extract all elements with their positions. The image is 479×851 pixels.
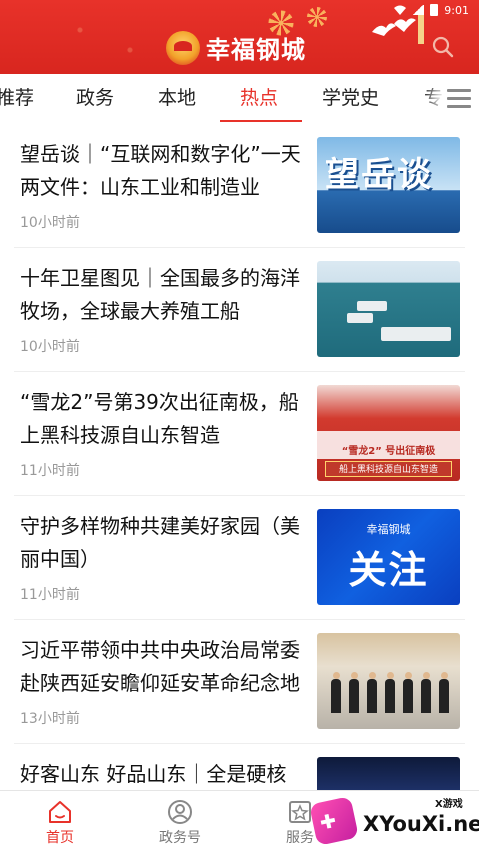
nav-home[interactable]: 首页: [20, 791, 100, 851]
boat-shape: [347, 313, 373, 323]
home-icon: [49, 801, 71, 823]
news-item[interactable]: 好客山东 好品山东｜全是硬核: [14, 744, 465, 790]
news-item[interactable]: 十年卫星图见｜全国最多的海洋牧场，全球最大养殖工船 10小时前: [14, 248, 465, 372]
status-bar: 9:01: [394, 2, 469, 18]
person-shape: [403, 672, 413, 713]
thumbnail-text: 关注: [348, 548, 429, 592]
news-thumbnail: [317, 261, 460, 357]
watermark-small-text: X游戏: [435, 799, 463, 810]
news-thumbnail: [317, 757, 460, 790]
news-thumbnail: “雪龙2” 号出征南极 船上黑科技源自山东智造: [317, 385, 460, 481]
status-time: 9:01: [444, 3, 469, 17]
battery-icon: [430, 4, 439, 16]
wifi-icon: [394, 5, 407, 15]
thumbnail-caption: 船上黑科技源自山东智造: [325, 461, 452, 477]
news-title: 习近平带领中共中央政治局常委赴陕西延安瞻仰延安革命纪念地: [20, 638, 300, 695]
signal-icon: [412, 5, 425, 15]
app-root: 9:01 幸福钢城 推荐 政务 本地 热点 学党史 专 望岳谈｜“互联网和数字化…: [0, 0, 479, 851]
boat-shape: [357, 301, 387, 311]
news-thumbnail: [317, 633, 460, 729]
news-item[interactable]: 望岳谈｜“互联网和数字化”一天两文件：山东工业和制造业 10小时前 望岳谈: [14, 124, 465, 248]
tab-hot[interactable]: 热点: [240, 74, 278, 124]
thumbnail-caption: “雪龙2” 号出征南极: [341, 446, 436, 457]
tab-recommend[interactable]: 推荐: [0, 74, 34, 124]
news-title: 守护多样物种共建美好家园（美丽中国）: [20, 514, 300, 571]
person-shape: [439, 672, 449, 713]
news-title: “雪龙2”号第39次出征南极，船上黑科技源自山东智造: [20, 390, 299, 447]
tab-local[interactable]: 本地: [158, 74, 196, 124]
menu-icon[interactable]: [446, 87, 472, 109]
news-time: 11小时前: [20, 587, 80, 603]
thumbnail-logo-text: 幸福钢城: [366, 523, 411, 536]
nav-gov-account-label: 政务号: [159, 830, 201, 846]
news-item[interactable]: 守护多样物种共建美好家园（美丽中国） 11小时前 幸福钢城 关注: [14, 496, 465, 620]
news-item[interactable]: 习近平带领中共中央政治局常委赴陕西延安瞻仰延安革命纪念地 13小时前: [14, 620, 465, 744]
nav-gov-account[interactable]: 政务号: [140, 791, 220, 851]
nav-home-label: 首页: [46, 830, 74, 846]
gamepad-icon: [309, 796, 359, 846]
profile-icon: [168, 800, 192, 824]
doves-icon: [372, 14, 424, 44]
app-logo: 幸福钢城: [166, 30, 306, 65]
news-title: 望岳谈｜“互联网和数字化”一天两文件：山东工业和制造业: [20, 142, 301, 199]
person-shape: [331, 672, 341, 713]
news-time: 10小时前: [20, 339, 80, 355]
category-tabs: 推荐 政务 本地 热点 学党史 专: [0, 74, 479, 124]
thumbnail-text: 望岳谈: [325, 155, 433, 195]
person-shape: [421, 672, 431, 713]
app-title: 幸福钢城: [206, 35, 306, 64]
tab-special[interactable]: 专: [424, 74, 443, 124]
news-item[interactable]: “雪龙2”号第39次出征南极，船上黑科技源自山东智造 11小时前 “雪龙2” 号…: [14, 372, 465, 496]
app-header: 9:01 幸福钢城: [0, 0, 479, 74]
watermark: X游戏 XYouXi.net: [305, 790, 479, 851]
news-title: 十年卫星图见｜全国最多的海洋牧场，全球最大养殖工船: [20, 266, 300, 323]
news-title: 好客山东 好品山东｜全是硬核: [20, 762, 287, 786]
search-icon[interactable]: [432, 36, 454, 58]
header-decoration: [0, 0, 170, 74]
tab-party-history[interactable]: 学党史: [322, 74, 379, 124]
news-thumbnail: 幸福钢城 关注: [317, 509, 460, 605]
firework-icon: [306, 6, 328, 28]
news-time: 10小时前: [20, 215, 80, 231]
news-time: 13小时前: [20, 711, 80, 727]
watermark-brand: XYouXi.net: [363, 812, 479, 836]
boat-shape: [381, 327, 451, 341]
person-shape: [349, 672, 359, 713]
person-shape: [367, 672, 377, 713]
person-shape: [385, 672, 395, 713]
news-thumbnail: 望岳谈: [317, 137, 460, 233]
logo-emblem-icon: [166, 30, 200, 65]
active-tab-indicator: [220, 120, 302, 122]
tab-government[interactable]: 政务: [76, 74, 114, 124]
news-time: 11小时前: [20, 463, 80, 479]
news-list: 望岳谈｜“互联网和数字化”一天两文件：山东工业和制造业 10小时前 望岳谈 十年…: [0, 124, 479, 790]
